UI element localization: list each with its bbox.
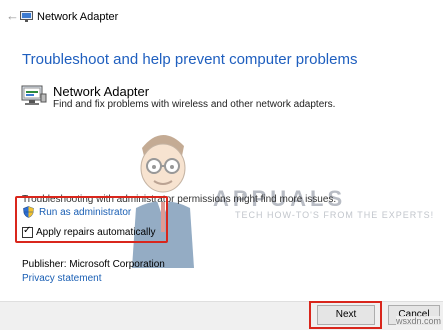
highlight-box-next: [309, 301, 382, 329]
network-adapter-app-icon: [20, 11, 33, 22]
corner-watermark: wsxdn.com: [396, 316, 442, 326]
page-heading: Troubleshoot and help prevent computer p…: [22, 51, 358, 68]
highlight-box-options: [15, 196, 168, 243]
network-adapter-icon: [21, 85, 47, 105]
back-arrow-icon[interactable]: ←: [6, 9, 19, 23]
window-title: Network Adapter: [37, 11, 119, 23]
troubleshooter-description: Find and fix problems with wireless and …: [53, 99, 336, 110]
privacy-statement-link[interactable]: Privacy statement: [22, 273, 101, 284]
appuals-mascot-watermark: [132, 134, 194, 268]
troubleshooter-name: Network Adapter: [53, 84, 150, 99]
watermark-tagline: TECH HOW-TO'S FROM THE EXPERTS!: [235, 210, 435, 220]
publisher-text: Publisher: Microsoft Corporation: [22, 259, 165, 270]
